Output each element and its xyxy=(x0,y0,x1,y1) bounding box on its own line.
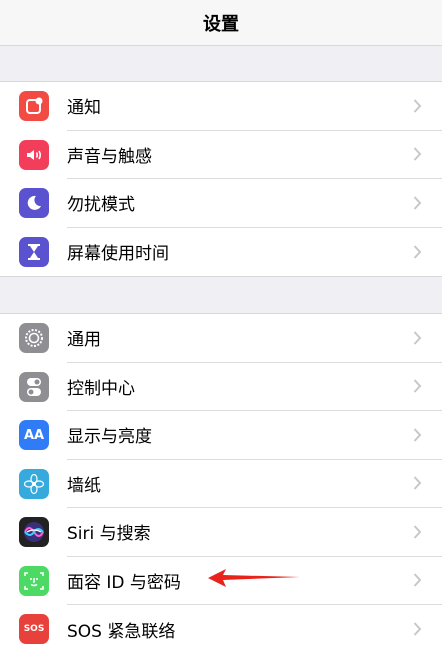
settings-item-general[interactable]: 通用 xyxy=(0,314,442,363)
chevron-right-icon xyxy=(413,196,422,210)
moon-icon xyxy=(19,188,49,219)
chevron-right-icon xyxy=(413,428,422,442)
page-title: 设置 xyxy=(203,13,239,35)
settings-item-label: 显示与亮度 xyxy=(67,427,152,448)
section-spacer xyxy=(0,46,442,82)
flower-icon xyxy=(19,468,49,499)
toggles-icon xyxy=(19,371,49,402)
settings-item-notifications[interactable]: 通知 xyxy=(0,82,442,131)
faceid-icon xyxy=(19,565,49,596)
sos-icon: SOS xyxy=(19,614,49,645)
annotation-arrow-icon xyxy=(208,569,300,587)
chevron-right-icon xyxy=(413,331,422,345)
settings-item-label: 屏幕使用时间 xyxy=(67,244,169,265)
navigation-bar: 设置 xyxy=(0,0,442,46)
aa-icon: AA xyxy=(19,420,49,451)
aa-icon-text: AA xyxy=(23,427,45,443)
settings-item-screen-time[interactable]: 屏幕使用时间 xyxy=(0,228,442,277)
settings-item-label: 通用 xyxy=(67,330,101,351)
chevron-right-icon xyxy=(413,99,422,113)
settings-item-label: 通知 xyxy=(67,98,101,119)
gear-icon xyxy=(19,323,49,354)
settings-item-label: Siri 与搜索 xyxy=(67,524,151,545)
settings-item-label: 声音与触感 xyxy=(67,146,152,167)
chevron-right-icon xyxy=(413,573,422,587)
settings-item-siri-search[interactable]: Siri 与搜索 xyxy=(0,508,442,557)
settings-item-label: 墙纸 xyxy=(67,475,101,496)
siri-icon xyxy=(19,517,49,548)
settings-item-display-brightness[interactable]: AA 显示与亮度 xyxy=(0,411,442,460)
chevron-right-icon xyxy=(413,525,422,539)
notification-icon xyxy=(19,91,49,122)
settings-item-label: SOS 紧急联络 xyxy=(67,621,176,642)
chevron-right-icon xyxy=(413,476,422,490)
settings-item-control-center[interactable]: 控制中心 xyxy=(0,363,442,411)
settings-item-emergency-sos[interactable]: SOS SOS 紧急联络 xyxy=(0,605,442,654)
settings-item-do-not-disturb[interactable]: 勿扰模式 xyxy=(0,179,442,228)
chevron-right-icon xyxy=(413,379,422,393)
hourglass-icon xyxy=(19,236,49,267)
chevron-right-icon xyxy=(413,245,422,259)
settings-item-label: 面容 ID 与密码 xyxy=(67,572,181,593)
chevron-right-icon xyxy=(413,622,422,636)
section-spacer xyxy=(0,276,442,314)
sos-icon-text: SOS xyxy=(23,624,45,635)
settings-item-wallpaper[interactable]: 墙纸 xyxy=(0,460,442,508)
settings-group-1: 通知 声音与触感 勿扰模式 屏幕使用时间 xyxy=(0,82,442,276)
settings-item-label: 控制中心 xyxy=(67,378,135,399)
settings-item-sounds[interactable]: 声音与触感 xyxy=(0,131,442,179)
chevron-right-icon xyxy=(413,147,422,161)
sound-icon xyxy=(19,139,49,170)
settings-group-2: 通用 控制中心 AA 显示与亮度 墙纸 Siri 与搜索 面容 ID 与密码 S… xyxy=(0,314,442,654)
settings-item-label: 勿扰模式 xyxy=(67,195,135,216)
